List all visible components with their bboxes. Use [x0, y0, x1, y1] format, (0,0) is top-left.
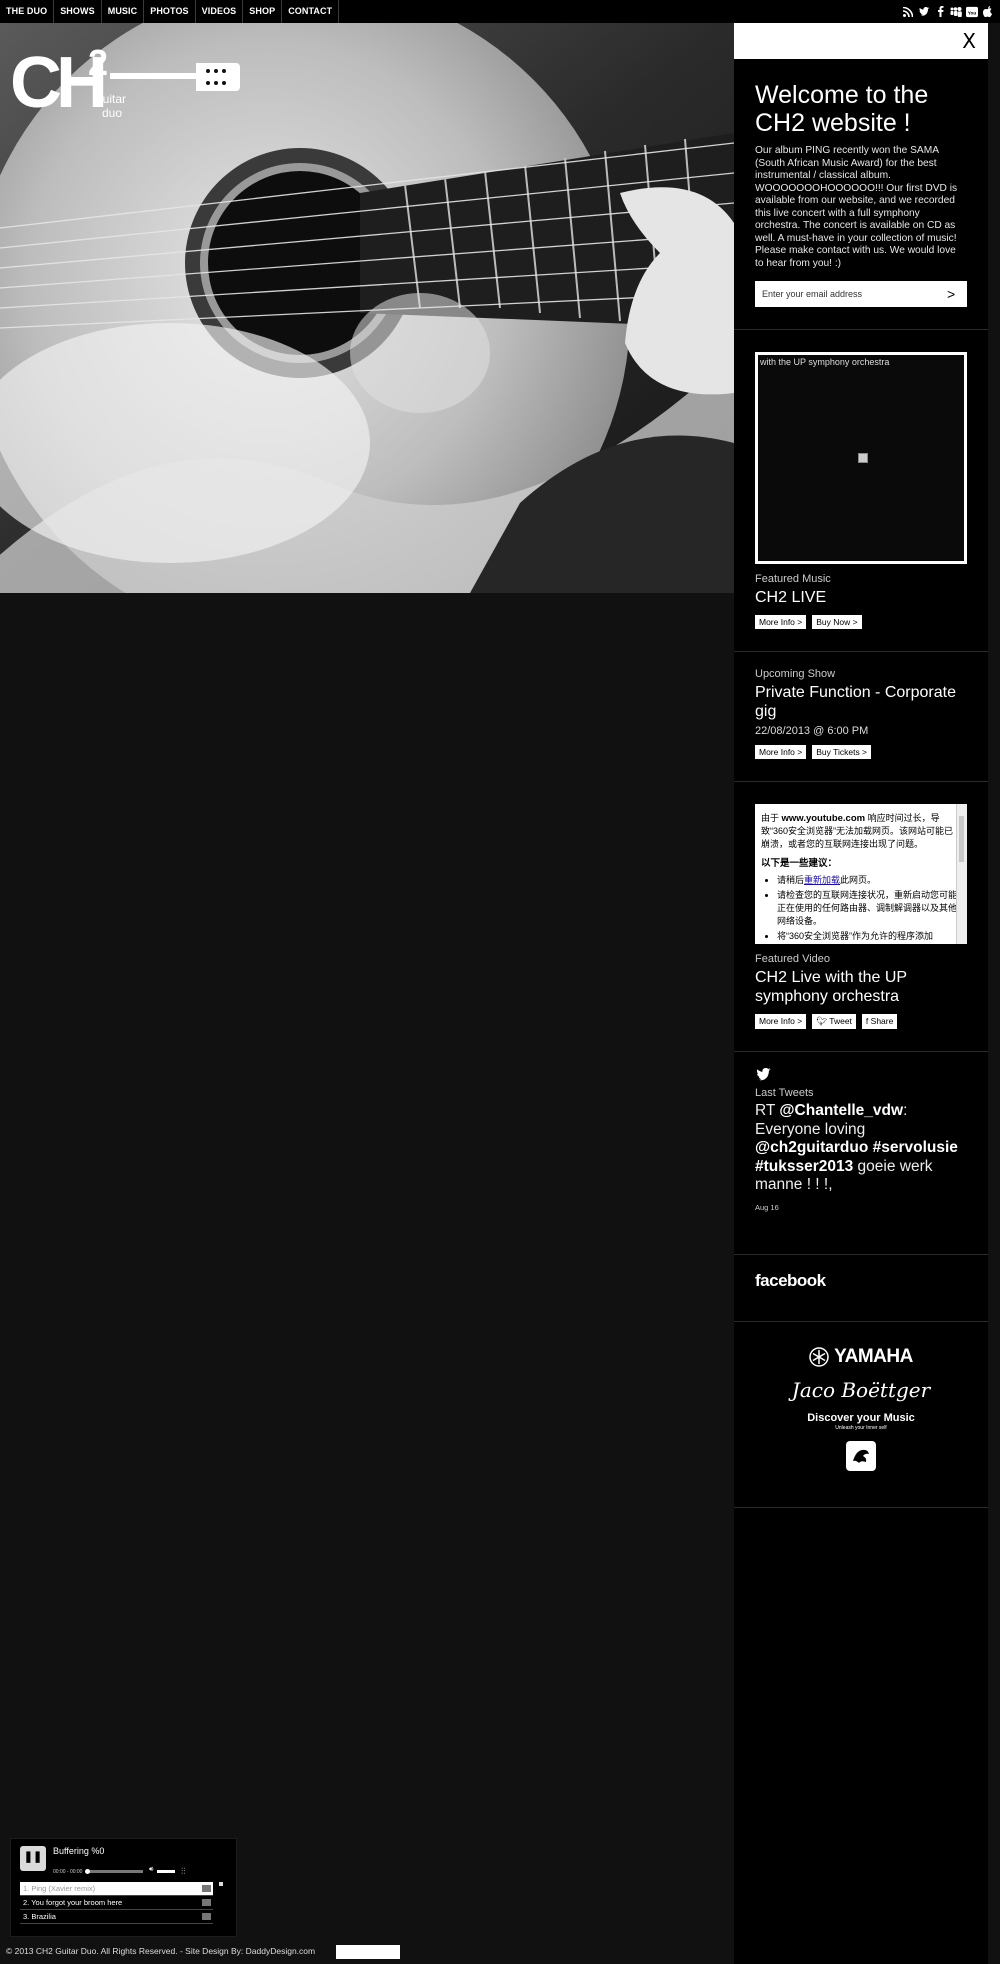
tweet-handle-link[interactable]: @ch2guitarduo [755, 1139, 868, 1156]
yamaha-emblem-icon [809, 1346, 829, 1367]
yamaha-logo[interactable]: YAMAHA [734, 1346, 988, 1368]
suggestion-item: 请检查您的互联网连接状况，重新启动您可能正在使用的任何路由器、调制解调器以及其他… [777, 889, 961, 928]
email-input[interactable] [755, 289, 947, 299]
newsletter-form: > [755, 281, 967, 307]
progress-bar[interactable] [85, 1869, 143, 1874]
suggestion-item: 将“360安全浏览器”作为允许的程序添加 [777, 930, 961, 943]
suggestion-item: 请稍后重新加载此网页。 [777, 874, 961, 887]
apple-icon[interactable] [982, 5, 994, 18]
featured-video-label: Featured Video [755, 953, 831, 965]
last-tweets-label: Last Tweets [755, 1087, 814, 1099]
svg-text:You: You [968, 10, 977, 15]
svg-text:2: 2 [88, 42, 108, 83]
sidebar: X Welcome to the CH2 website ! Our album… [734, 23, 988, 1964]
track-menu-icon[interactable] [202, 1913, 211, 1920]
facebook-logo[interactable]: facebook [755, 1255, 967, 1321]
footer-copyright: © 2013 CH2 Guitar Duo. All Rights Reserv… [6, 1946, 316, 1956]
playlist: 1. Ping (Xavier remix) 2. You forgot you… [20, 1882, 213, 1924]
reload-link[interactable]: 重新加载 [804, 875, 840, 885]
nav-contact[interactable]: CONTACT [282, 0, 340, 23]
social-links: You [902, 0, 994, 23]
tweet-hashtag-link[interactable]: #tuksser2013 [755, 1158, 853, 1175]
volume-slider[interactable] [157, 1870, 175, 1873]
logo-duo-text: duo [102, 106, 122, 120]
playlist-item[interactable]: 3. Brazilia [20, 1910, 213, 1924]
playlist-toggle-icon[interactable]: ⫶⫶ [181, 1866, 186, 1877]
tweet-mention-link[interactable]: @Chantelle_vdw [779, 1102, 903, 1119]
buy-now-button[interactable]: Buy Now > [812, 615, 862, 629]
error-message: 由于 www.youtube.com 响应时间过长，导致“360安全浏览器”无法… [761, 813, 954, 849]
twitter-icon[interactable] [918, 6, 930, 18]
twitter-icon: 🐦︎ [816, 1016, 830, 1026]
nav-music[interactable]: MUSIC [102, 0, 145, 23]
volume-icon[interactable]: 🔊︎ [149, 1866, 153, 1874]
featured-video-section: 由于 www.youtube.com 响应时间过长，导致“360安全浏览器”无法… [734, 804, 988, 1052]
youtube-embed-error[interactable]: 由于 www.youtube.com 响应时间过长，导致“360安全浏览器”无法… [755, 804, 967, 944]
music-video-player[interactable]: with the UP symphony orchestra [755, 352, 967, 564]
embed-scrollbar[interactable] [956, 804, 967, 944]
audio-player: ❚❚ Buffering %0 00:00 - 00:00 🔊︎ ⫶⫶ 1. P… [10, 1838, 237, 1937]
show-more-info-button[interactable]: More Info > [755, 745, 807, 759]
tweet-button[interactable]: 🐦︎ Tweet [812, 1014, 856, 1029]
sponsors-section: YAMAHA Jaco Boëttger Discover your Music… [734, 1322, 988, 1508]
hero-guitar-photo: CH 2 guitar duo [0, 23, 734, 593]
featured-video-title: CH2 Live with the UP symphony orchestra [755, 969, 907, 1005]
facebook-section: facebook [734, 1255, 988, 1322]
upcoming-show-label: Upcoming Show [755, 668, 836, 680]
track-menu-icon[interactable] [202, 1899, 211, 1906]
share-button[interactable]: f Share [861, 1014, 898, 1029]
nav-shop[interactable]: SHOP [243, 0, 283, 23]
email-submit-button[interactable]: > [947, 286, 967, 302]
nav-videos[interactable]: VIDEOS [196, 0, 244, 23]
music-more-info-button[interactable]: More Info > [755, 615, 807, 629]
last-tweets-section: Last Tweets RT @Chantelle_vdw: Everyone … [734, 1067, 988, 1255]
error-url: www.youtube.com [781, 813, 866, 824]
top-navigation: THE DUO SHOWS MUSIC PHOTOS VIDEOS SHOP C… [0, 0, 1000, 23]
video-caption: with the UP symphony orchestra [760, 357, 890, 367]
featured-music-title: CH2 LIVE [755, 589, 827, 606]
playlist-item[interactable]: 1. Ping (Xavier remix) [20, 1882, 213, 1896]
featured-music-label: Featured Music [755, 573, 831, 585]
nav-photos[interactable]: PHOTOS [144, 0, 196, 23]
tweet-date: Aug 16 [755, 1202, 779, 1212]
facebook-icon[interactable] [934, 6, 946, 18]
nav-shows[interactable]: SHOWS [54, 0, 102, 23]
time-display: 00:00 - 00:00 [53, 1869, 83, 1875]
show-title: Private Function - Corporate gig [755, 684, 956, 720]
broken-plugin-icon [858, 453, 868, 463]
footer-widget[interactable] [336, 1945, 400, 1959]
twitter-bird-icon [755, 1067, 967, 1085]
ch2-logo[interactable]: CH 2 guitar duo [10, 37, 240, 127]
myspace-icon[interactable] [950, 6, 962, 18]
youtube-icon[interactable]: You [966, 6, 978, 18]
tweet-text: RT @Chantelle_vdw: Everyone loving @ch2g… [755, 1102, 958, 1193]
nav-the-duo[interactable]: THE DUO [0, 0, 55, 23]
video-more-info-button[interactable]: More Info > [755, 1014, 807, 1029]
playlist-scrollbar[interactable] [219, 1882, 223, 1886]
suggestions-list: 请稍后重新加载此网页。 请检查您的互联网连接状况，重新启动您可能正在使用的任何路… [777, 874, 961, 943]
track-menu-icon[interactable] [202, 1885, 211, 1892]
buffering-status: Buffering %0 [53, 1846, 105, 1856]
buy-tickets-button[interactable]: Buy Tickets > [812, 745, 872, 759]
featured-music-section: with the UP symphony orchestra Featured … [734, 352, 988, 652]
sidebar-close-bar: X [734, 23, 988, 59]
logo-guitar-text: guitar [96, 92, 126, 106]
pause-button[interactable]: ❚❚ [20, 1846, 46, 1871]
welcome-section: Welcome to the CH2 website ! Our album P… [734, 81, 988, 330]
unleash-logo-icon[interactable] [846, 1440, 876, 1471]
show-datetime: 22/08/2013 @ 6:00 PM [755, 725, 869, 737]
upcoming-show-section: Upcoming Show Private Function - Corpora… [734, 668, 988, 782]
welcome-text: Our album PING recently won the SAMA (So… [755, 145, 958, 269]
close-sidebar-button[interactable]: X [962, 29, 976, 53]
rss-icon[interactable] [902, 6, 914, 18]
discover-your-music-logo[interactable]: Discover your Music Unleash your Inner s… [734, 1412, 988, 1431]
playlist-item[interactable]: 2. You forgot your broom here [20, 1896, 213, 1910]
jaco-boettger-logo[interactable]: Jaco Boëttger [734, 1378, 988, 1402]
welcome-title: Welcome to the CH2 website ! [755, 81, 929, 137]
suggestions-title: 以下是一些建议： [761, 858, 838, 869]
tweet-hashtag-link[interactable]: #servolusie [873, 1139, 958, 1156]
